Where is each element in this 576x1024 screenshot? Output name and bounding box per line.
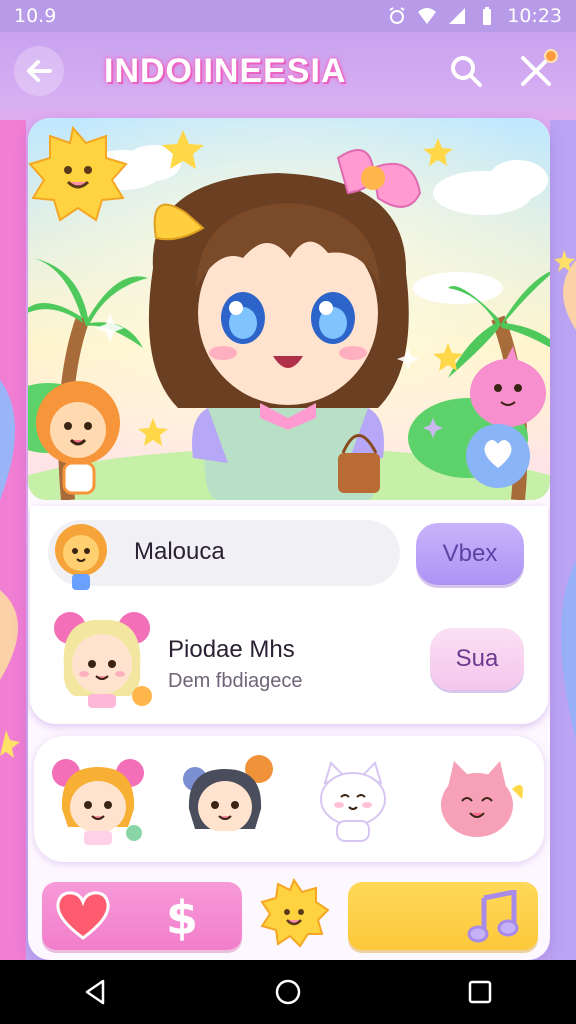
action-row: $	[28, 874, 550, 956]
sun-icon[interactable]	[258, 878, 330, 950]
nav-recents-icon[interactable]	[465, 977, 495, 1007]
svg-text:$: $	[166, 891, 198, 944]
close-button[interactable]	[510, 45, 562, 97]
battery-icon	[483, 7, 492, 25]
character-list: Malouca Vbex Piodae Mhs Dem fbdiagece Su…	[30, 506, 548, 724]
sticker-row	[34, 736, 544, 862]
vbex-button[interactable]: Vbex	[416, 523, 524, 585]
sua-button[interactable]: Sua	[430, 628, 524, 690]
alarm-icon	[389, 7, 405, 24]
status-time-right: 10:23	[507, 5, 562, 27]
right-side-decoration	[550, 120, 576, 960]
music-button[interactable]	[348, 882, 538, 950]
back-button[interactable]	[14, 46, 64, 96]
list-item-name: Malouca	[134, 538, 225, 565]
list-item-subtitle: Dem fbdiagece	[168, 670, 303, 692]
list-item[interactable]: Malouca Vbex	[30, 520, 548, 600]
nav-home-icon[interactable]	[273, 977, 303, 1007]
bun-girl-sticker[interactable]	[175, 749, 275, 849]
hero-scene	[28, 118, 550, 500]
dollar-icon: $	[166, 891, 198, 944]
favorite-purchase-button[interactable]: $	[42, 882, 242, 950]
white-cat-sticker[interactable]	[303, 749, 403, 849]
main-card: Malouca Vbex Piodae Mhs Dem fbdiagece Su…	[28, 118, 550, 960]
app-bar: INDOIINEESIA	[0, 32, 576, 110]
signal-icon	[449, 8, 466, 24]
status-icons: 10:23	[387, 5, 562, 27]
search-button[interactable]	[440, 45, 492, 97]
lion-cub-avatar	[55, 524, 107, 590]
search-icon	[451, 56, 482, 87]
hero-illustration[interactable]	[28, 118, 550, 500]
list-item-name: Piodae Mhs	[168, 636, 295, 663]
nav-back-icon[interactable]	[81, 977, 111, 1007]
heart-bubble-icon	[466, 424, 530, 488]
system-nav-bar	[0, 960, 576, 1024]
notification-dot	[544, 49, 558, 63]
wifi-icon	[418, 8, 437, 24]
pigtail-girl-sticker[interactable]	[48, 749, 148, 849]
pink-cat-sticker[interactable]	[430, 749, 530, 849]
app-title: INDOIINEESIA	[104, 51, 347, 90]
heart-icon	[56, 891, 110, 940]
back-icon	[27, 60, 52, 82]
status-bar: 10.9 10:23	[0, 0, 576, 32]
list-item[interactable]: Piodae Mhs Dem fbdiagece Sua	[30, 606, 548, 716]
left-side-decoration	[0, 120, 26, 960]
music-note-icon	[467, 890, 519, 943]
pigtail-girl-avatar	[54, 612, 152, 708]
status-time-left: 10.9	[14, 5, 57, 27]
